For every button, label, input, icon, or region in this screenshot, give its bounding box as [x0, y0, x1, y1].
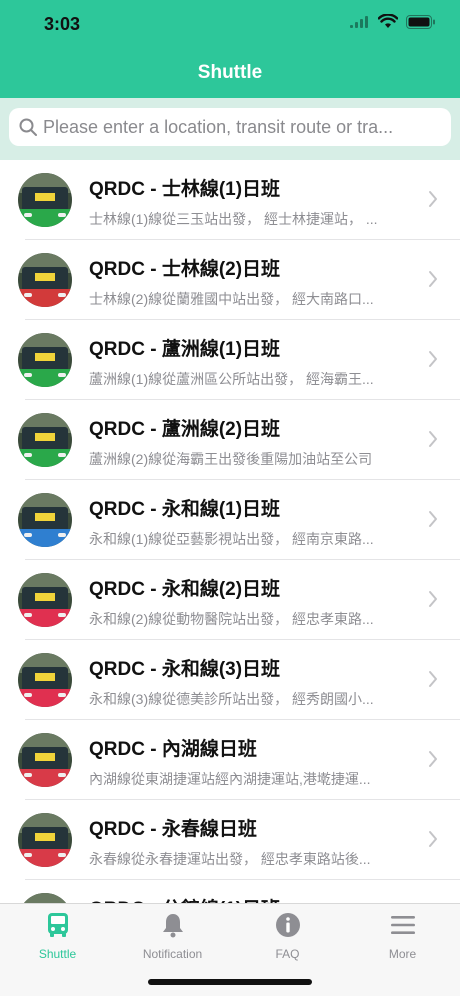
search-bar	[0, 98, 460, 160]
route-row[interactable]: QRDC - 永春線日班 永春線從永春捷運站出發， 經忠孝東路站後...	[0, 800, 460, 880]
route-description: 蘆洲線(1)線從蘆洲區公所站出發， 經海霸王...	[89, 371, 374, 387]
info-icon	[275, 913, 300, 937]
bus-photo	[18, 893, 72, 903]
bus-photo	[18, 653, 72, 707]
nav-header: 3:03 Shuttle	[0, 0, 460, 98]
route-row[interactable]: QRDC - 永和線(2)日班 永和線(2)線從動物醫院站出發， 經忠孝東路..…	[0, 560, 460, 640]
route-title: QRDC - 士林線(2)日班	[89, 259, 281, 280]
search-input[interactable]	[43, 116, 451, 138]
route-title: QRDC - 永和線(1)日班	[89, 499, 281, 520]
chevron-right-icon	[429, 431, 437, 447]
tab-more[interactable]: More	[345, 912, 460, 961]
tab-faq[interactable]: FAQ	[230, 912, 345, 961]
chevron-right-icon	[429, 271, 437, 287]
route-row[interactable]: QRDC - 士林線(1)日班 士林線(1)線從三玉站出發， 經士林捷運站， .…	[0, 160, 460, 240]
chevron-right-icon	[429, 191, 437, 207]
route-title: QRDC - 內湖線日班	[89, 739, 257, 760]
route-row[interactable]: QRDC - 士林線(2)日班 士林線(2)線從蘭雅國中站出發， 經大南路口..…	[0, 240, 460, 320]
route-row[interactable]: QRDC - 內湖線日班 內湖線從東湖捷運站經內湖捷運站,港墘捷運...	[0, 720, 460, 800]
signal-icon	[350, 15, 368, 28]
tab-shuttle[interactable]: Shuttle	[0, 912, 115, 961]
route-row[interactable]: QRDC - 公館線(1)日班	[0, 880, 460, 903]
route-description: 內湖線從東湖捷運站經內湖捷運站,港墘捷運...	[89, 771, 371, 787]
search-field[interactable]	[9, 108, 451, 146]
route-description: 士林線(2)線從蘭雅國中站出發， 經大南路口...	[89, 291, 374, 307]
route-description: 永春線從永春捷運站出發， 經忠孝東路站後...	[89, 851, 371, 867]
bus-photo	[18, 413, 72, 467]
route-title: QRDC - 永和線(2)日班	[89, 579, 281, 600]
wifi-icon	[378, 14, 398, 28]
tab-label-faq: FAQ	[275, 947, 300, 961]
route-row[interactable]: QRDC - 永和線(1)日班 永和線(1)線從亞藝影視站出發， 經南京東路..…	[0, 480, 460, 560]
bus-photo	[18, 493, 72, 547]
tab-label-shuttle: Shuttle	[38, 947, 77, 961]
route-title: QRDC - 蘆洲線(1)日班	[89, 339, 281, 360]
bus-photo	[18, 813, 72, 867]
chevron-right-icon	[429, 831, 437, 847]
bus-photo	[18, 573, 72, 627]
route-row[interactable]: QRDC - 永和線(3)日班 永和線(3)線從德美診所站出發， 經秀朗國小..…	[0, 640, 460, 720]
bus-icon	[47, 913, 68, 937]
chevron-right-icon	[429, 671, 437, 687]
bus-photo	[18, 333, 72, 387]
route-title: QRDC - 永春線日班	[89, 819, 257, 840]
chevron-right-icon	[429, 591, 437, 607]
page-title: Shuttle	[197, 62, 263, 83]
chevron-right-icon	[429, 351, 437, 367]
route-description: 永和線(2)線從動物醫院站出發， 經忠孝東路...	[89, 611, 374, 627]
route-description: 永和線(3)線從德美診所站出發， 經秀朗國小...	[89, 691, 374, 707]
status-icons	[350, 14, 436, 29]
chevron-right-icon	[429, 511, 437, 527]
tab-notification[interactable]: Notification	[115, 912, 230, 961]
bus-photo	[18, 253, 72, 307]
tab-label-more: More	[388, 947, 417, 961]
route-title: QRDC - 蘆洲線(2)日班	[89, 419, 281, 440]
bell-icon	[162, 914, 183, 938]
battery-icon	[406, 14, 435, 29]
chevron-right-icon	[429, 751, 437, 767]
route-title: QRDC - 公館線(1)日班	[89, 894, 399, 903]
route-title: QRDC - 永和線(3)日班	[89, 659, 281, 680]
route-row[interactable]: QRDC - 蘆洲線(1)日班 蘆洲線(1)線從蘆洲區公所站出發， 經海霸王..…	[0, 320, 460, 400]
route-list: QRDC - 士林線(1)日班 士林線(1)線從三玉站出發， 經士林捷運站， .…	[0, 160, 460, 903]
menu-icon	[390, 916, 415, 934]
bus-photo	[18, 173, 72, 227]
tab-label-notification: Notification	[142, 947, 203, 961]
bus-photo	[18, 733, 72, 787]
route-title: QRDC - 士林線(1)日班	[89, 179, 281, 200]
route-description: 蘆洲線(2)線從海霸王出發後重陽加油站至公司	[89, 451, 373, 467]
route-description: 永和線(1)線從亞藝影視站出發， 經南京東路...	[89, 531, 374, 547]
search-icon	[19, 118, 37, 136]
status-time: 3:03	[44, 14, 81, 34]
route-description: 士林線(1)線從三玉站出發， 經士林捷運站， ...	[89, 211, 378, 227]
home-indicator	[148, 979, 312, 985]
route-row[interactable]: QRDC - 蘆洲線(2)日班 蘆洲線(2)線從海霸王出發後重陽加油站至公司	[0, 400, 460, 480]
